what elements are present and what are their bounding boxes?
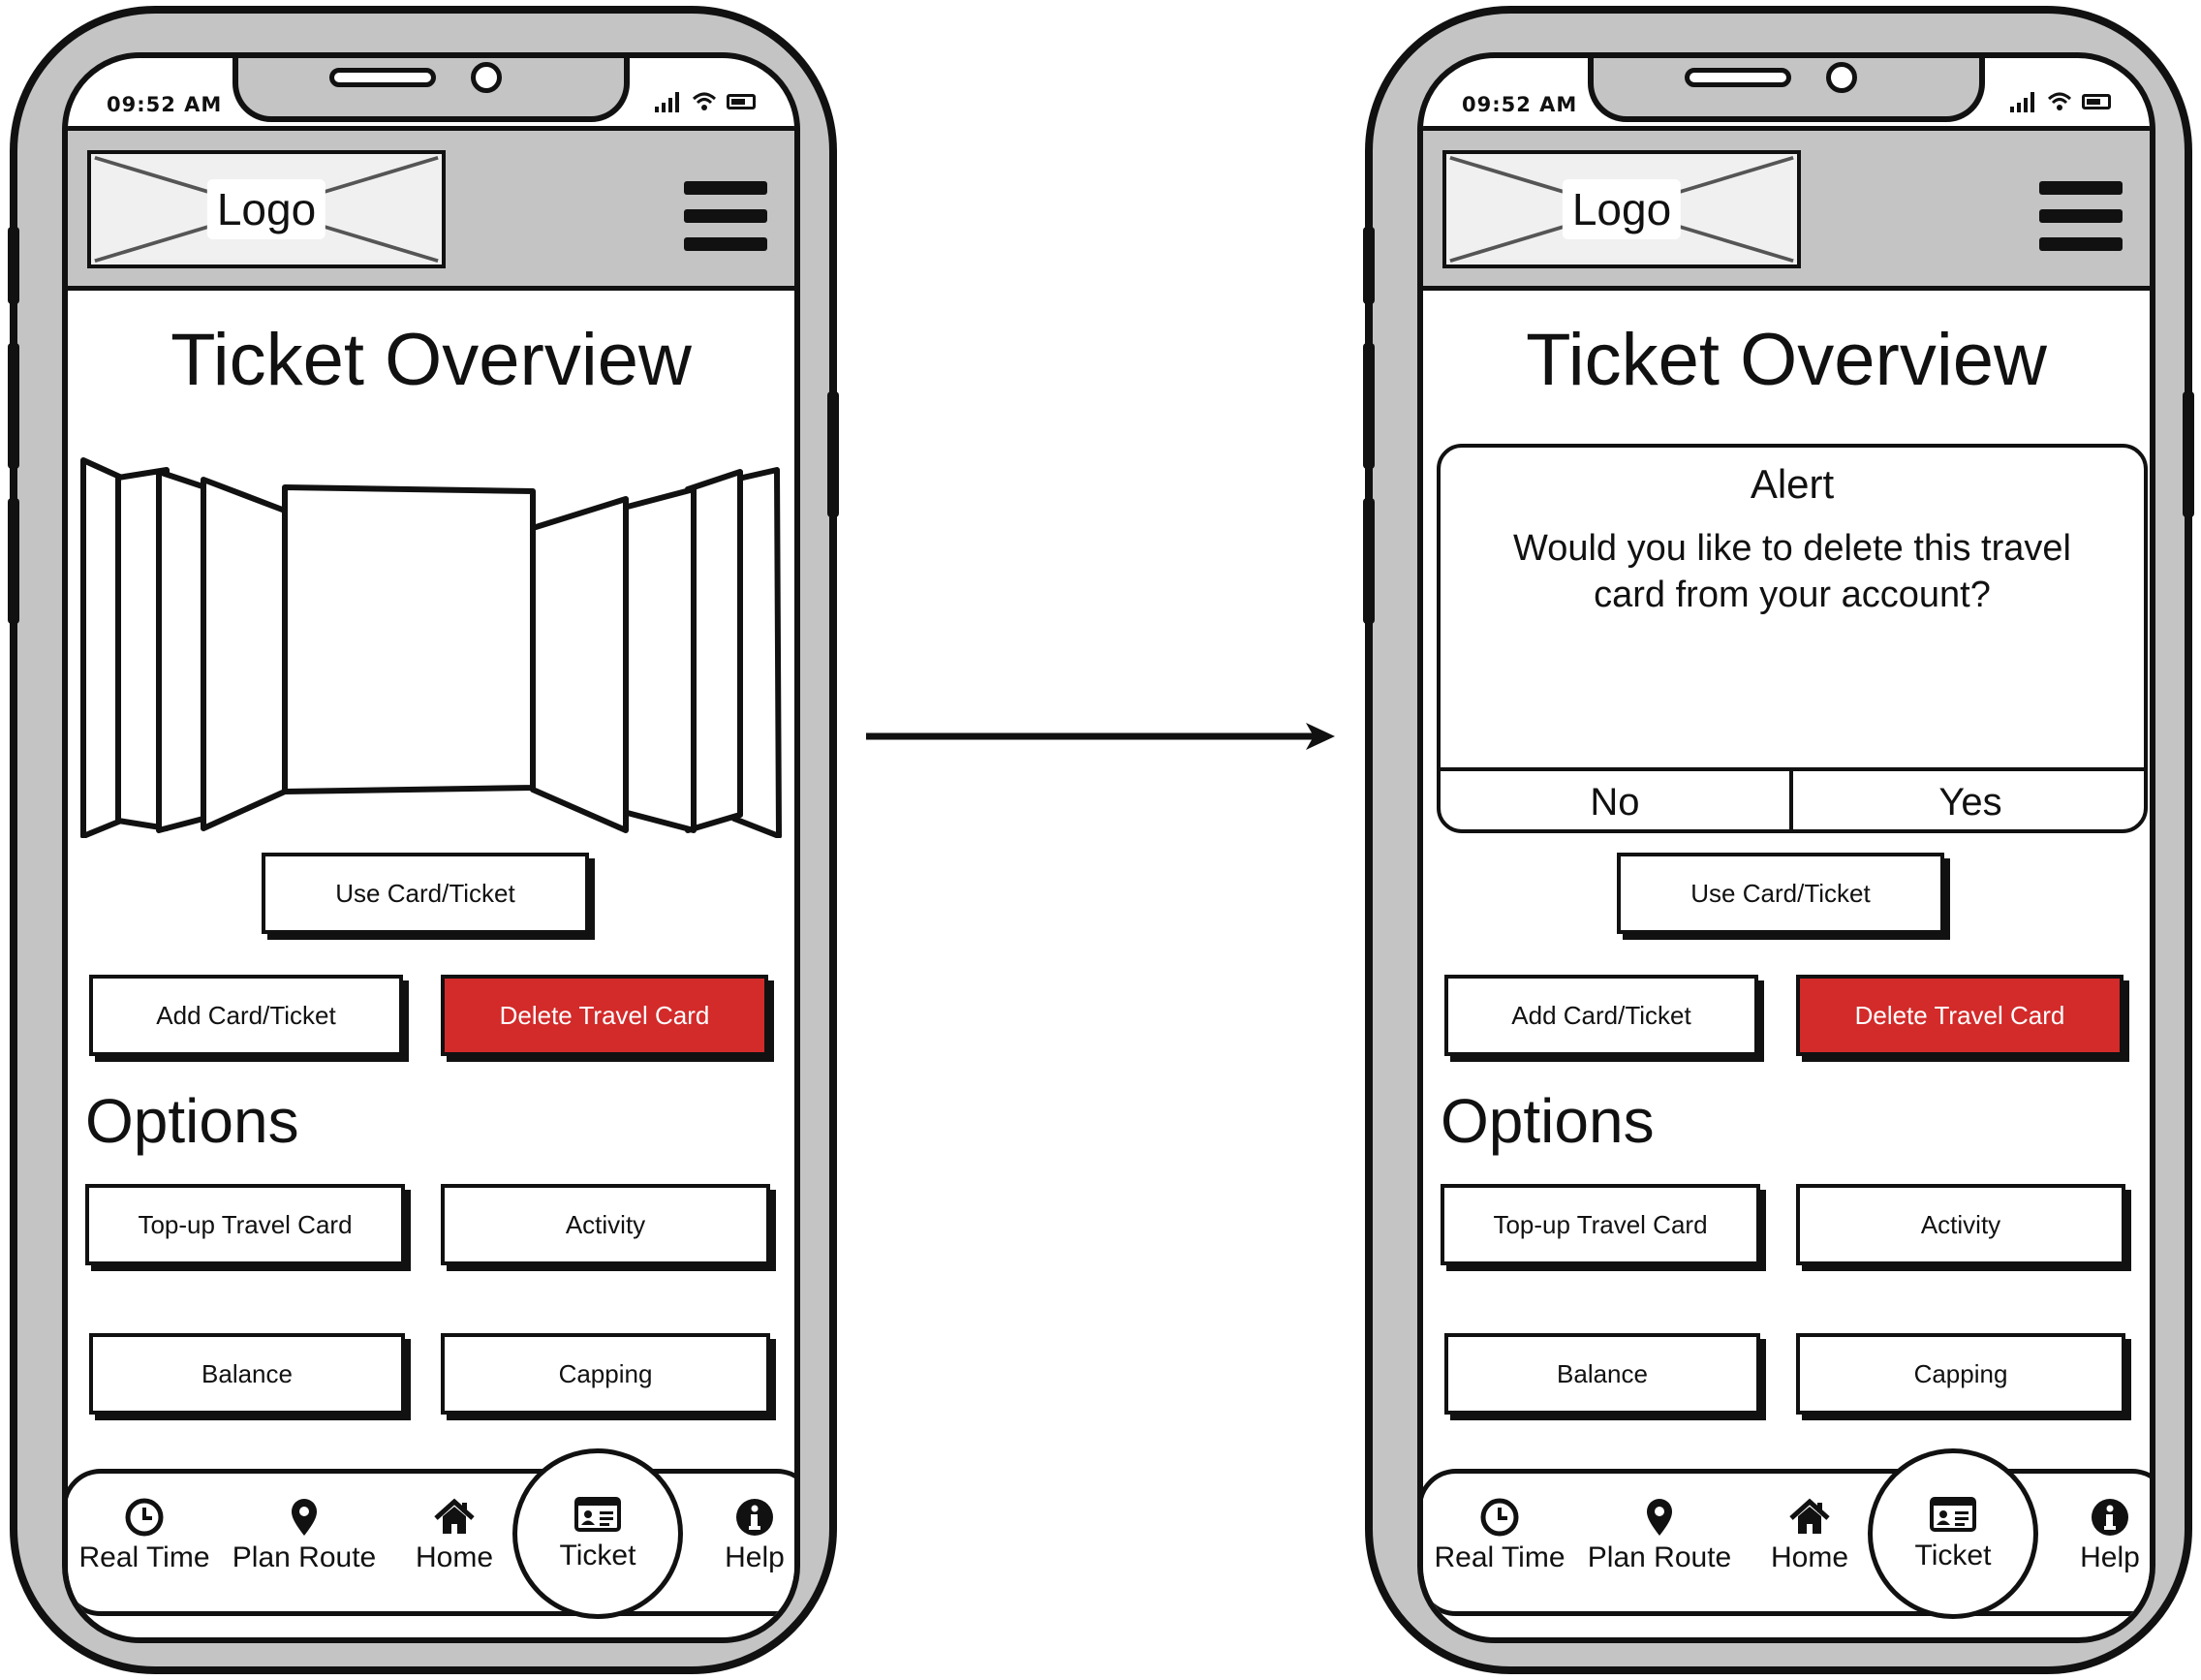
balance-button[interactable]: Balance: [1444, 1333, 1760, 1415]
status-time: 09:52 AM: [1462, 93, 1578, 116]
bottom-nav-bar: Real Time Plan Route Home Ticket Help: [1423, 1448, 2150, 1619]
logo-text: Logo: [206, 179, 326, 239]
volume-down-button: [1363, 498, 1375, 624]
carousel-card-right-1: [530, 496, 629, 833]
phone-body: 09:52 AM Logo Ticket Overview Use Card/T…: [8, 6, 839, 1674]
use-card-ticket-button[interactable]: Use Card/Ticket: [1617, 853, 1944, 934]
phone-screen: 09:52 AM Logo Ticket Overview Alert Woul…: [1417, 52, 2155, 1643]
phone-frame-left: 09:52 AM Logo Ticket Overview Use Card/T…: [8, 6, 839, 1674]
power-button: [2183, 391, 2194, 517]
alert-dialog: Alert Would you like to delete this trav…: [1437, 444, 2148, 833]
page-title: Ticket Overview: [1526, 319, 2047, 401]
use-card-ticket-button[interactable]: Use Card/Ticket: [262, 853, 589, 934]
camera: [471, 62, 502, 93]
alert-message: Would you like to delete this travel car…: [1513, 528, 2071, 615]
nav-item-ticket[interactable]: Ticket: [1868, 1448, 2038, 1619]
notch: [232, 58, 630, 122]
balance-button[interactable]: Balance: [89, 1333, 405, 1415]
clock-icon: [125, 1498, 164, 1537]
speaker: [1685, 68, 1791, 87]
nav-item-plan-route[interactable]: Plan Route: [1577, 1497, 1742, 1574]
power-button: [827, 391, 839, 517]
alert-yes-button[interactable]: Yes: [1793, 771, 2148, 833]
camera: [1826, 62, 1857, 93]
volume-down-button: [8, 498, 19, 624]
notch: [1588, 58, 1985, 122]
nav-item-real-time[interactable]: Real Time: [77, 1497, 212, 1574]
map-pin-icon: [1647, 1499, 1672, 1536]
volume-up-button: [8, 343, 19, 469]
info-icon: [736, 1499, 773, 1536]
alert-no-button[interactable]: No: [1441, 771, 1793, 833]
page-title: Ticket Overview: [170, 319, 692, 401]
nav-label: Real Time: [1434, 1541, 1566, 1573]
phone-body: 09:52 AM Logo Ticket Overview Alert Woul…: [1363, 6, 2194, 1674]
nav-label: Home: [415, 1541, 494, 1573]
signal-icon: [2010, 91, 2037, 112]
hamburger-menu-icon[interactable]: [684, 181, 767, 251]
status-icons: [2010, 91, 2111, 112]
nav-item-help[interactable]: Help: [2062, 1497, 2150, 1574]
nav-label: Ticket: [559, 1540, 636, 1571]
nav-item-ticket[interactable]: Ticket: [512, 1448, 683, 1619]
id-card-icon: [1930, 1497, 1976, 1532]
nav-label: Plan Route: [1587, 1541, 1732, 1573]
add-card-ticket-button[interactable]: Add Card/Ticket: [89, 975, 403, 1056]
nav-item-home[interactable]: Home: [1742, 1497, 1877, 1574]
nav-label: Ticket: [1914, 1540, 1992, 1571]
home-icon: [434, 1498, 475, 1534]
phone-screen: 09:52 AM Logo Ticket Overview Use Card/T…: [62, 52, 800, 1643]
card-carousel[interactable]: [78, 451, 785, 838]
options-heading: Options: [85, 1086, 299, 1156]
capping-button[interactable]: Capping: [441, 1333, 770, 1415]
map-pin-icon: [292, 1499, 317, 1536]
add-card-ticket-button[interactable]: Add Card/Ticket: [1444, 975, 1758, 1056]
logo-placeholder[interactable]: Logo: [87, 150, 446, 268]
id-card-icon: [574, 1497, 621, 1532]
app-header: Logo: [68, 126, 794, 291]
delete-travel-card-button[interactable]: Delete Travel Card: [1796, 975, 2124, 1056]
top-up-travel-card-button[interactable]: Top-up Travel Card: [85, 1184, 405, 1265]
nav-label: Real Time: [78, 1541, 210, 1573]
options-heading: Options: [1441, 1086, 1655, 1156]
capping-button[interactable]: Capping: [1796, 1333, 2125, 1415]
nav-item-real-time[interactable]: Real Time: [1432, 1497, 1567, 1574]
nav-item-home[interactable]: Home: [387, 1497, 522, 1574]
nav-label: Plan Route: [232, 1541, 377, 1573]
delete-travel-card-button[interactable]: Delete Travel Card: [441, 975, 768, 1056]
wifi-icon: [2047, 92, 2072, 110]
carousel-card-center: [282, 484, 536, 794]
bottom-nav-bar: Real Time Plan Route Home Ticket Help: [68, 1448, 794, 1619]
battery-icon: [727, 94, 756, 109]
alert-title: Alert: [1750, 461, 1835, 507]
right-arrow-icon: [866, 723, 1335, 750]
hamburger-menu-icon[interactable]: [2039, 181, 2123, 251]
activity-button[interactable]: Activity: [1796, 1184, 2125, 1265]
logo-text: Logo: [1562, 179, 1682, 239]
home-icon: [1789, 1498, 1830, 1534]
battery-icon: [2082, 94, 2111, 109]
volume-up-button: [1363, 343, 1375, 469]
nav-item-plan-route[interactable]: Plan Route: [222, 1497, 387, 1574]
status-icons: [655, 91, 756, 112]
activity-button[interactable]: Activity: [441, 1184, 770, 1265]
top-up-travel-card-button[interactable]: Top-up Travel Card: [1441, 1184, 1760, 1265]
status-time: 09:52 AM: [107, 93, 223, 116]
side-button: [8, 227, 19, 304]
app-header: Logo: [1423, 126, 2150, 291]
nav-label: Help: [725, 1541, 785, 1573]
carousel-card-right-2: [617, 486, 697, 833]
info-icon: [2092, 1499, 2128, 1536]
nav-label: Help: [2080, 1541, 2140, 1573]
carousel-card-left-1: [201, 477, 288, 831]
clock-icon: [1480, 1498, 1519, 1537]
logo-placeholder[interactable]: Logo: [1442, 150, 1801, 268]
speaker: [329, 68, 436, 87]
nav-label: Home: [1770, 1541, 1849, 1573]
signal-icon: [655, 91, 682, 112]
phone-frame-right: 09:52 AM Logo Ticket Overview Alert Woul…: [1363, 6, 2194, 1674]
wifi-icon: [692, 92, 717, 110]
side-button: [1363, 227, 1375, 304]
nav-item-help[interactable]: Help: [706, 1497, 794, 1574]
